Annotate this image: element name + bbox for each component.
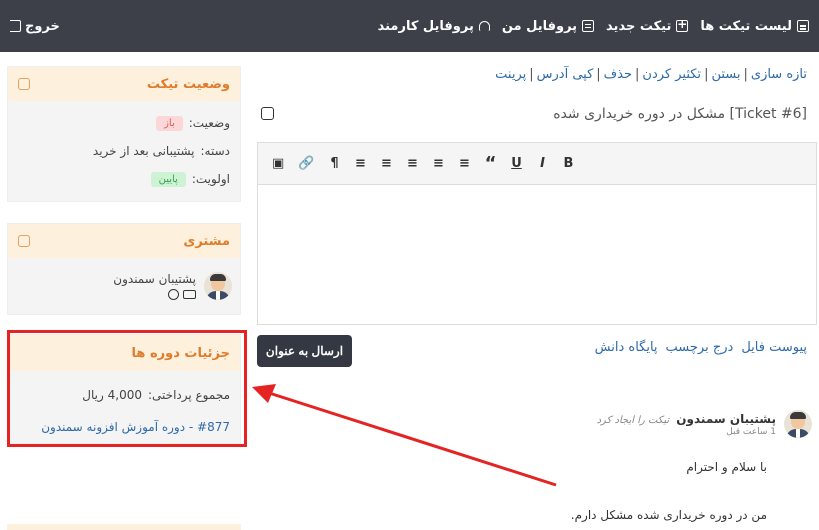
status-label: وضعیت:	[188, 116, 230, 130]
profile-card-icon	[582, 20, 595, 32]
logout-label: خروج	[25, 18, 60, 34]
customer-body: پشتیبان سمندون	[8, 258, 240, 314]
ticket-actions: تازه سازی|بستن|تکثیر کردن|حذف|کپی آدرس|پ…	[495, 67, 807, 82]
message-header: پشتیبان سمندون تیکت را ایجاد کرد 1 ساعت …	[597, 412, 776, 437]
customer-panel: مشتری پشتیبان سمندون	[7, 223, 241, 315]
plus-icon	[676, 17, 689, 32]
send-as-button[interactable]: ارسال به عنوان	[257, 335, 352, 367]
customer-header: مشتری	[8, 224, 240, 258]
copy-address-link[interactable]: کپی آدرس	[537, 67, 594, 82]
nav-new-ticket[interactable]: تیکت جدید	[606, 17, 689, 34]
edit-icon[interactable]	[18, 78, 30, 90]
bold-icon[interactable]: B	[562, 156, 574, 171]
highlight-box	[7, 330, 247, 447]
main-nav: لیست تیکت ها تیکت جدید پروفایل من پروفای…	[378, 0, 809, 52]
ticket-status-header: وضعیت تیکت	[8, 67, 240, 101]
status-row: وضعیت: باز	[18, 109, 230, 137]
paragraph-direction-icon[interactable]: ¶	[328, 156, 340, 171]
message-line: من در دوره خریداری شده مشکل دارم.	[570, 508, 767, 522]
editor-textarea[interactable]	[258, 185, 816, 324]
category-label: دسته:	[200, 144, 231, 158]
italic-icon[interactable]: I	[536, 156, 548, 171]
nav-my-profile[interactable]: پروفایل من	[501, 18, 595, 34]
exit-icon	[10, 20, 21, 32]
ticket-status-body: وضعیت: باز دسته: پشتیبانی بعد از خرید او…	[8, 101, 240, 201]
edit-title-icon[interactable]	[261, 107, 274, 120]
ticket-status-title: وضعیت تیکت	[146, 76, 230, 92]
message-line: با سلام و احترام	[686, 460, 767, 474]
attachment-links: پیوست فایل درج برچسب پایگاه دانش	[595, 340, 807, 355]
close-link[interactable]: بستن	[711, 67, 740, 82]
nav-my-profile-label: پروفایل من	[501, 18, 578, 34]
nav-agent-profile[interactable]: پروفایل کارمند	[378, 19, 490, 34]
ticket-icon[interactable]	[183, 290, 196, 299]
list-icon	[797, 20, 809, 32]
priority-label: اولویت:	[191, 172, 230, 186]
avatar	[204, 272, 232, 300]
edit-icon[interactable]	[18, 235, 30, 247]
nav-ticket-list[interactable]: لیست تیکت ها	[700, 19, 809, 34]
duplicate-link[interactable]: تکثیر کردن	[642, 67, 701, 82]
knowledge-base-link[interactable]: پایگاه دانش	[595, 340, 658, 355]
link-icon[interactable]: 🔗	[298, 156, 314, 171]
message-action: تیکت را ایجاد کرد	[596, 415, 670, 426]
customer-title: مشتری	[183, 233, 230, 249]
align-right-icon[interactable]: ≡	[406, 156, 418, 171]
customer-name[interactable]: پشتیبان سمندون	[113, 272, 196, 286]
logout-button[interactable]: خروج	[10, 0, 60, 52]
priority-row: اولویت: پایین	[18, 165, 230, 193]
refresh-link[interactable]: تازه سازی	[751, 67, 807, 82]
ticket-title: [Ticket #6] مشکل در دوره خریداری شده	[553, 106, 807, 122]
nav-ticket-list-label: لیست تیکت ها	[700, 18, 792, 34]
priority-badge: پایین	[150, 171, 186, 187]
category-row: دسته: پشتیبانی بعد از خرید	[18, 137, 230, 165]
image-icon[interactable]: ▣	[272, 156, 284, 171]
bullet-list-icon[interactable]: ≡	[380, 156, 392, 171]
info-icon[interactable]	[168, 289, 179, 300]
print-link[interactable]: پرینت	[495, 67, 526, 82]
underline-icon[interactable]: U	[510, 156, 522, 171]
quote-icon[interactable]: “	[484, 153, 497, 174]
ticket-status-panel: وضعیت تیکت وضعیت: باز دسته: پشتیبانی بعد…	[7, 66, 241, 202]
top-navbar: لیست تیکت ها تیکت جدید پروفایل من پروفای…	[0, 0, 819, 52]
nav-new-ticket-label: تیکت جدید	[606, 18, 672, 34]
insert-tag-link[interactable]: درج برچسب	[666, 340, 734, 355]
numbered-list-icon[interactable]: ≡	[354, 156, 366, 171]
next-panel-header	[7, 524, 241, 530]
category-value: پشتیبانی بعد از خرید	[92, 144, 195, 158]
message-time: 1 ساعت قبل	[726, 427, 776, 437]
nav-agent-profile-label: پروفایل کارمند	[377, 18, 474, 34]
message-author-name[interactable]: پشتیبان سمندون	[676, 412, 776, 426]
delete-link[interactable]: حذف	[604, 67, 632, 82]
editor-toolbar: B I U “ ≡ ≡ ≡ ≡ ≡ ¶ 🔗 ▣	[258, 143, 816, 185]
status-badge: باز	[156, 115, 183, 131]
align-center-icon[interactable]: ≡	[432, 156, 444, 171]
message-author-avatar	[784, 410, 812, 438]
reply-editor: B I U “ ≡ ≡ ≡ ≡ ≡ ¶ 🔗 ▣	[257, 142, 817, 325]
headset-icon	[478, 21, 490, 31]
attach-file-link[interactable]: پیوست فایل	[741, 340, 807, 355]
align-left-icon[interactable]: ≡	[458, 156, 470, 171]
